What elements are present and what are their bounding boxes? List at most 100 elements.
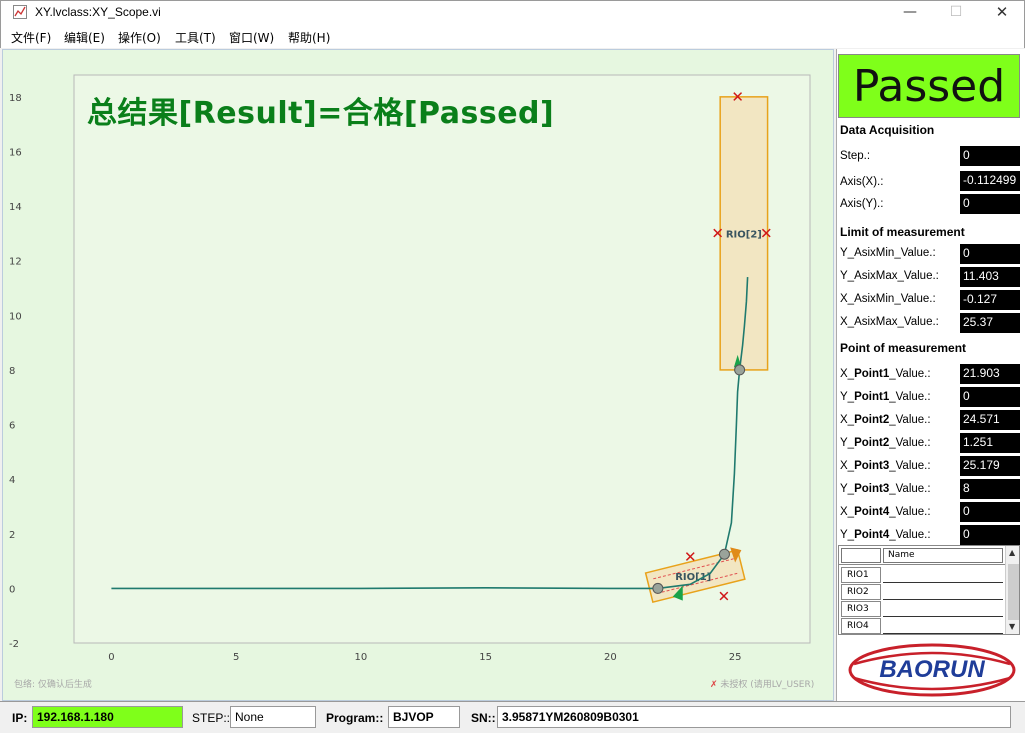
rio-table-header: Name	[839, 546, 1005, 565]
sn-field: 3.95871YM260809B0301	[497, 706, 1011, 728]
limit-title: Limit of measurement	[840, 225, 965, 239]
point-label: Y_Point2_Value.:	[840, 437, 931, 449]
ip-field: 192.168.1.180	[32, 706, 183, 728]
svg-text:BAORUN: BAORUN	[879, 656, 985, 683]
step-status-label: STEP::	[192, 711, 231, 725]
point-label: X_Point4_Value.:	[840, 506, 931, 518]
rio-table-row[interactable]: RIO4	[841, 618, 1003, 634]
y-tick-label: 8	[9, 366, 15, 377]
axis-x-value: -0.112499	[960, 171, 1020, 191]
scroll-thumb[interactable]	[1008, 564, 1019, 620]
close-button[interactable]: ✕	[979, 1, 1025, 25]
rio-table-row[interactable]: RIO2	[841, 584, 1003, 600]
y-tick-label: 10	[9, 311, 22, 322]
program-label: Program::	[326, 711, 384, 725]
window-title: XY.lvclass:XY_Scope.vi	[35, 5, 161, 19]
data-acquisition-title: Data Acquisition	[840, 123, 935, 137]
rio-table[interactable]: Name RIO1 RIO2 RIO3 RIO4 ▲ ▼	[838, 545, 1020, 635]
menu-file[interactable]: 文件(F)	[11, 29, 51, 46]
measurement-point	[718, 548, 730, 560]
y-tick-label: 18	[9, 93, 22, 104]
x-tick-label: 10	[355, 652, 368, 663]
sn-label: SN::	[471, 711, 496, 725]
maximize-button[interactable]: ☐	[933, 1, 979, 25]
rio-row-cell[interactable]	[883, 567, 1003, 583]
point-value: 25.179	[960, 456, 1020, 476]
rio-row-cell[interactable]	[883, 584, 1003, 600]
x-tick-label: 25	[729, 652, 742, 663]
limit-marker-x: ✕	[760, 224, 773, 242]
point-value: 24.571	[960, 410, 1020, 430]
menu-operate[interactable]: 操作(O)	[118, 29, 161, 46]
title-bar: XY.lvclass:XY_Scope.vi — ☐ ✕	[0, 0, 1025, 24]
y-tick-label: 4	[9, 475, 15, 486]
graph-footer-right: ✗ 未授权 (请用LV_USER)	[710, 677, 814, 690]
rio-row-cell[interactable]	[883, 601, 1003, 617]
y-tick-label: 2	[9, 530, 15, 541]
y-tick-label: 6	[9, 421, 15, 432]
x-axis-max-value: 25.37	[960, 313, 1020, 333]
points-title: Point of measurement	[840, 341, 967, 355]
rio-row-label: RIO4	[841, 618, 881, 634]
step-status-field: None	[230, 706, 316, 728]
graph-footer-left: 包络: 仅确认后生成	[14, 680, 92, 690]
step-value: 0	[960, 146, 1020, 166]
point-label: X_Point1_Value.:	[840, 368, 931, 380]
menu-bar: 文件(F) 编辑(E) 操作(O) 工具(T) 窗口(W) 帮助(H)	[0, 24, 1025, 48]
point-value: 1.251	[960, 433, 1020, 453]
y-tick-label: 12	[9, 257, 22, 268]
rio-row-label: RIO1	[841, 567, 881, 583]
status-bar: IP: 192.168.1.180 STEP:: None Program:: …	[0, 701, 1025, 733]
graph-footer-right-text: 未授权 (请用LV_USER)	[720, 680, 815, 690]
result-banner: 总结果[Result]=合格[Passed]	[87, 96, 555, 131]
y-axis-min-value: 0	[960, 244, 1020, 264]
rio-table-row[interactable]: RIO3	[841, 601, 1003, 617]
scroll-down-icon[interactable]: ▼	[1009, 622, 1015, 631]
rio-table-row[interactable]: RIO1	[841, 567, 1003, 583]
ip-label: IP:	[12, 711, 28, 725]
app-icon	[13, 5, 27, 19]
point-label: Y_Point4_Value.:	[840, 529, 931, 541]
rio-table-corner	[841, 548, 881, 563]
measurement-point	[734, 364, 746, 376]
limit-marker-x: ✕	[731, 88, 744, 106]
scroll-up-icon[interactable]: ▲	[1009, 548, 1015, 557]
x-tick-label: 15	[479, 652, 492, 663]
point-value: 21.903	[960, 364, 1020, 384]
rio-row-cell[interactable]	[883, 618, 1003, 634]
minimize-button[interactable]: —	[887, 1, 933, 25]
measurement-point	[652, 582, 664, 594]
xy-graph: 0 5 10 15 20 25 -2 0 2 4 6 8 10 12 14 16 18 RIO[1] RIO[2] ✕…	[2, 49, 834, 701]
point-value: 0	[960, 525, 1020, 545]
point-value: 0	[960, 387, 1020, 407]
rio-row-label: RIO2	[841, 584, 881, 600]
menu-edit[interactable]: 编辑(E)	[64, 29, 105, 46]
x-axis-min-label: X_AsixMin_Value.:	[840, 293, 936, 305]
axis-y-label: Axis(Y).:	[840, 198, 884, 210]
point-label: X_Point2_Value.:	[840, 414, 931, 426]
limit-marker-x: ✕	[684, 548, 697, 566]
menu-window[interactable]: 窗口(W)	[229, 29, 274, 46]
x-tick-label: 20	[604, 652, 617, 663]
rio-row-label: RIO3	[841, 601, 881, 617]
rio-region-label: RIO[2]	[726, 229, 762, 240]
y-axis-min-label: Y_AsixMin_Value.:	[840, 247, 936, 259]
baorun-logo: BAORUN	[848, 643, 1016, 697]
menu-help[interactable]: 帮助(H)	[288, 29, 330, 46]
rio-table-scrollbar[interactable]: ▲ ▼	[1005, 546, 1019, 634]
step-label: Step.:	[840, 150, 871, 162]
program-field: BJVOP	[388, 706, 460, 728]
y-axis-max-value: 11.403	[960, 267, 1020, 287]
xy-graph-plot: 0 5 10 15 20 25-2024681012141618RIO[1]RIO[2]✕…	[9, 74, 811, 663]
y-tick-label: -2	[9, 639, 19, 650]
point-label: X_Point3_Value.:	[840, 460, 931, 472]
x-tick-label: 0	[108, 652, 114, 663]
x-axis-min-value: -0.127	[960, 290, 1020, 310]
menu-tools[interactable]: 工具(T)	[175, 29, 216, 46]
y-tick-label: 16	[9, 147, 22, 158]
x-tick-label: 5	[233, 652, 239, 663]
rio-table-name-header: Name	[883, 548, 1003, 563]
point-label: Y_Point3_Value.:	[840, 483, 931, 495]
rio-region-label: RIO[1]	[675, 572, 711, 583]
y-tick-label: 0	[9, 584, 15, 595]
